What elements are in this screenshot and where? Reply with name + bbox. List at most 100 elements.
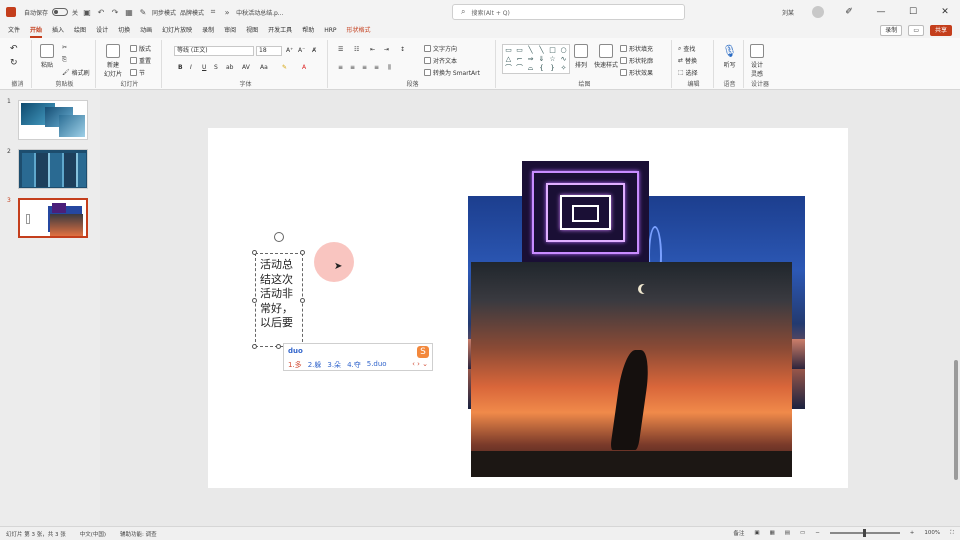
arrange-button[interactable]: 排列 bbox=[574, 44, 588, 69]
autosave-toggle[interactable] bbox=[52, 8, 69, 16]
undo-icon[interactable]: ↶ bbox=[10, 44, 18, 54]
avatar[interactable] bbox=[812, 6, 824, 18]
replace-button[interactable]: ⇄ 替换 bbox=[678, 56, 697, 65]
close-icon[interactable]: ✕ bbox=[938, 7, 952, 17]
bold-icon[interactable]: B bbox=[178, 64, 183, 71]
shadow-icon[interactable]: S bbox=[214, 64, 218, 71]
tab-shape-format[interactable]: 形状格式 bbox=[347, 24, 371, 38]
zoom-slider[interactable] bbox=[829, 529, 900, 537]
resize-handle[interactable] bbox=[300, 298, 305, 303]
font-size-select[interactable]: 18 bbox=[256, 46, 282, 56]
dictate-button[interactable]: 🎙 听写 bbox=[722, 44, 737, 69]
text-direction-button[interactable]: 文字方向 bbox=[424, 44, 457, 53]
tab-hrp[interactable]: HRP bbox=[324, 24, 336, 38]
ime-candidate[interactable]: 1.多 bbox=[288, 360, 302, 370]
record-button[interactable]: 录制 bbox=[880, 25, 903, 36]
more-icon[interactable]: » bbox=[222, 7, 232, 17]
reset-button[interactable]: 重置 bbox=[130, 56, 151, 65]
resize-handle[interactable] bbox=[252, 344, 257, 349]
italic-icon[interactable]: I bbox=[190, 64, 192, 71]
align-center-icon[interactable]: ≡ bbox=[350, 64, 355, 71]
format-painter-button[interactable]: 🖌 格式刷 bbox=[62, 68, 90, 77]
clear-format-icon[interactable]: Ⱥ bbox=[312, 47, 316, 54]
shape-effects-button[interactable]: 形状效果 bbox=[620, 68, 653, 77]
tab-draw[interactable]: 绘图 bbox=[74, 24, 86, 38]
strikethrough-icon[interactable]: ab bbox=[226, 64, 234, 71]
reading-view-icon[interactable]: ▤ bbox=[785, 530, 790, 536]
copy-icon[interactable]: ⎘ bbox=[62, 56, 67, 64]
ime-page-nav[interactable]: ‹ › ⌄ bbox=[412, 360, 428, 368]
tab-record[interactable]: 录制 bbox=[202, 24, 214, 38]
ime-candidate[interactable]: 2.躲 bbox=[308, 360, 322, 370]
select-button[interactable]: ⬚ 选择 bbox=[678, 68, 698, 77]
tab-review[interactable]: 审阅 bbox=[224, 24, 236, 38]
notes-button[interactable]: 备注 bbox=[733, 529, 744, 537]
zoom-in-icon[interactable]: + bbox=[910, 530, 915, 536]
tab-slideshow[interactable]: 幻灯片放映 bbox=[162, 24, 192, 38]
section-button[interactable]: 节 bbox=[130, 68, 145, 77]
font-grow-icon[interactable]: A⁺ bbox=[286, 47, 293, 54]
slide-thumbnail-2[interactable] bbox=[18, 149, 88, 189]
text-box-content[interactable]: 活动总结这次活动非常好，以后要 bbox=[260, 258, 302, 331]
undo-icon[interactable]: ↶ bbox=[96, 7, 106, 17]
neon-tunnel-photo[interactable] bbox=[522, 161, 649, 264]
tab-transitions[interactable]: 切换 bbox=[118, 24, 130, 38]
smartart-button[interactable]: 转换为 SmartArt bbox=[424, 68, 480, 77]
line-spacing-icon[interactable]: ↕ bbox=[400, 46, 405, 53]
screenshot-icon[interactable]: ⌗ bbox=[208, 7, 218, 17]
share-button[interactable]: 共享 bbox=[929, 25, 952, 36]
align-right-icon[interactable]: ≡ bbox=[362, 64, 367, 71]
justify-icon[interactable]: ≡ bbox=[374, 64, 379, 71]
paste-button[interactable]: 粘贴 bbox=[40, 44, 54, 69]
tab-home[interactable]: 开始 bbox=[30, 24, 43, 38]
tab-design[interactable]: 设计 bbox=[96, 24, 108, 38]
resize-handle[interactable] bbox=[300, 250, 305, 255]
search-input[interactable]: ⌕ 搜索(Alt + Q) bbox=[452, 4, 685, 20]
shape-outline-button[interactable]: 形状轮廓 bbox=[620, 56, 653, 65]
tab-view[interactable]: 视图 bbox=[246, 24, 258, 38]
brush-icon[interactable]: ✎ bbox=[138, 7, 148, 17]
shapes-gallery[interactable]: ▭ ▭ ╲ ╲ □ ○ △ ⌐ ⇒ ⇓ ☆ ∿ ⌒ ⌒ ⌓ {} ✧ bbox=[502, 44, 570, 74]
slide-thumbnail-3[interactable] bbox=[18, 198, 88, 238]
maximize-icon[interactable]: ☐ bbox=[906, 7, 920, 17]
minimize-icon[interactable]: — bbox=[874, 7, 888, 17]
text-box[interactable]: 活动总结这次活动非常好，以后要 bbox=[255, 253, 303, 347]
pen-icon[interactable]: ✐ bbox=[842, 7, 856, 17]
numbering-icon[interactable]: ☷ bbox=[354, 46, 359, 53]
align-text-button[interactable]: 对齐文本 bbox=[424, 56, 457, 65]
zoom-level[interactable]: 100% bbox=[924, 530, 940, 536]
font-color-icon[interactable]: A bbox=[302, 64, 306, 71]
change-case-icon[interactable]: Aa bbox=[260, 64, 268, 71]
slideshow-icon[interactable]: ▭ bbox=[800, 530, 805, 536]
ime-candidate[interactable]: 3.朵 bbox=[327, 360, 341, 370]
zoom-out-icon[interactable]: − bbox=[815, 530, 820, 536]
vertical-scrollbar[interactable] bbox=[952, 90, 960, 526]
designer-button[interactable]: 设计 灵感 bbox=[750, 44, 764, 78]
comments-button[interactable]: ▭ bbox=[908, 25, 924, 36]
shape-fill-button[interactable]: 形状填充 bbox=[620, 44, 653, 53]
slide-thumbnail-1[interactable] bbox=[18, 100, 88, 140]
scrollbar-thumb[interactable] bbox=[954, 360, 958, 480]
resize-handle[interactable] bbox=[276, 344, 281, 349]
new-slide-button[interactable]: 新建 幻灯片 bbox=[104, 44, 122, 78]
tab-insert[interactable]: 插入 bbox=[52, 24, 64, 38]
redo-icon[interactable]: ↷ bbox=[110, 7, 120, 17]
redo-icon[interactable]: ↻ bbox=[10, 58, 18, 68]
save-icon[interactable]: ▣ bbox=[82, 7, 92, 17]
fit-slide-icon[interactable]: ⛶ bbox=[950, 530, 954, 537]
tab-file[interactable]: 文件 bbox=[8, 24, 20, 38]
language-indicator[interactable]: 中文(中国) bbox=[80, 530, 106, 538]
underline-icon[interactable]: U bbox=[202, 64, 206, 71]
resize-handle[interactable] bbox=[252, 250, 257, 255]
accessibility-status[interactable]: 辅助功能: 调查 bbox=[120, 530, 157, 538]
user-name[interactable]: 刘某 bbox=[782, 8, 794, 17]
quick-styles-button[interactable]: 快速样式 bbox=[594, 44, 618, 69]
cut-icon[interactable]: ✂ bbox=[62, 44, 67, 51]
char-spacing-icon[interactable]: AV bbox=[242, 64, 250, 71]
brand-mode-label[interactable]: 品牌模式 bbox=[180, 8, 204, 17]
indent-decrease-icon[interactable]: ⇤ bbox=[370, 46, 375, 53]
layout-button[interactable]: 版式 bbox=[130, 44, 151, 53]
highlight-icon[interactable]: ✎ bbox=[282, 64, 287, 71]
indent-increase-icon[interactable]: ⇥ bbox=[384, 46, 389, 53]
ime-candidate[interactable]: 5.duo bbox=[367, 360, 387, 370]
